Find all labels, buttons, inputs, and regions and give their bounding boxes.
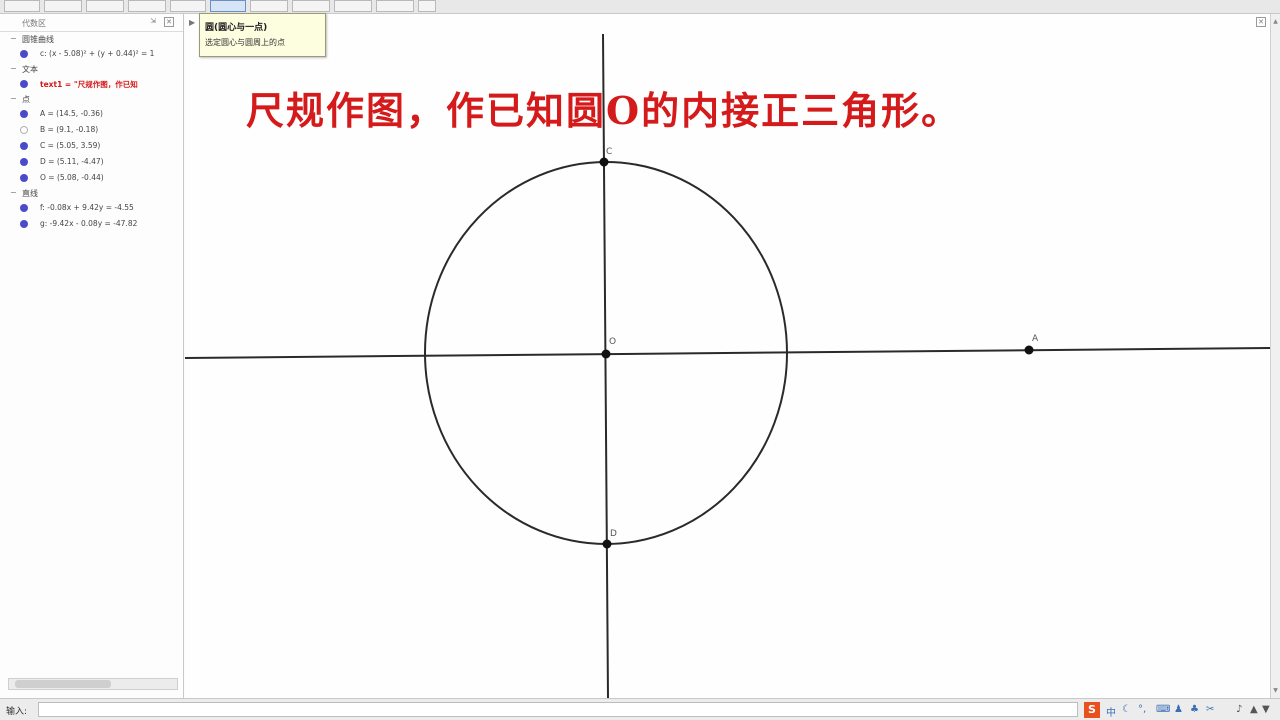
algebra-item-text: g: -9.42x - 0.08y = -47.82: [40, 219, 138, 228]
point-a[interactable]: [1024, 345, 1034, 355]
algebra-category[interactable]: − 圆锥曲线: [0, 32, 183, 46]
algebra-item-text: text1 = "尺规作图，作已知: [40, 80, 138, 89]
algebra-category[interactable]: − 点: [0, 92, 183, 106]
algebra-item[interactable]: g: -9.42x - 0.08y = -47.82: [0, 216, 183, 232]
slider-tool-button[interactable]: [376, 0, 414, 12]
move-tool-button[interactable]: [4, 0, 40, 12]
circle-tool-button[interactable]: [210, 0, 246, 12]
algebra-view: 代数区 ⇲ ✕ − 圆锥曲线 c: (x - 5.08)² + (y + 0.44)…: [0, 14, 184, 698]
collapse-icon[interactable]: −: [10, 64, 17, 73]
collapse-icon[interactable]: −: [10, 94, 17, 103]
algebra-item-text: D = (5.11, -4.47): [40, 157, 104, 166]
tooltip-description: 选定圆心与圆周上的点: [205, 38, 285, 47]
user-icon[interactable]: ♟: [1174, 704, 1183, 715]
algebra-category-label: 文本: [22, 65, 38, 74]
visibility-dot-icon[interactable]: [20, 110, 28, 118]
point-tool-button[interactable]: [44, 0, 82, 12]
algebra-item[interactable]: A = (14.5, -0.36): [0, 106, 183, 122]
tool-tooltip: 圆(圆心与一点) 选定圆心与圆周上的点: [199, 13, 326, 57]
view-tool-button[interactable]: [418, 0, 436, 12]
algebra-item-text: f: -0.08x + 9.42y = -4.55: [40, 203, 134, 212]
algebra-item[interactable]: f: -0.08x + 9.42y = -4.55: [0, 200, 183, 216]
visibility-dot-icon[interactable]: [20, 158, 28, 166]
collapse-icon[interactable]: −: [10, 34, 17, 43]
collapse-icon[interactable]: −: [10, 188, 17, 197]
algebra-item[interactable]: B = (9.1, -0.18): [0, 122, 183, 138]
algebra-item[interactable]: C = (5.05, 3.59): [0, 138, 183, 154]
algebra-header: 代数区 ⇲ ✕: [0, 14, 183, 32]
algebra-category-label: 点: [22, 95, 30, 104]
point-o[interactable]: [601, 349, 611, 359]
horizontal-scrollbar[interactable]: [8, 678, 178, 690]
label-c: C: [606, 147, 612, 157]
visibility-dot-icon[interactable]: [20, 126, 28, 134]
visibility-dot-icon[interactable]: [20, 220, 28, 228]
algebra-title: 代数区: [22, 19, 46, 28]
line-f[interactable]: [185, 347, 1270, 359]
algebra-item-text: O = (5.08, -0.44): [40, 173, 104, 182]
reflect-tool-button[interactable]: [334, 0, 372, 12]
geogebra-window: 代数区 ⇲ ✕ − 圆锥曲线 c: (x - 5.08)² + (y + 0.44)…: [0, 0, 1280, 720]
punctuation-icon[interactable]: °,: [1138, 704, 1146, 715]
algebra-item[interactable]: D = (5.11, -4.47): [0, 154, 183, 170]
conic-tool-button[interactable]: [250, 0, 288, 12]
tools-icon[interactable]: ✂: [1206, 704, 1214, 715]
algebra-item-text: C = (5.05, 3.59): [40, 141, 101, 150]
scroll-up-icon[interactable]: ▲: [1271, 18, 1280, 25]
keyboard-icon[interactable]: ⌨: [1156, 704, 1170, 715]
visibility-dot-icon[interactable]: [20, 80, 28, 88]
algebra-list: − 圆锥曲线 c: (x - 5.08)² + (y + 0.44)² = 1− 文本…: [0, 32, 183, 232]
tray-sound-icon[interactable]: ♪: [1236, 704, 1242, 715]
algebra-item-text: B = (9.1, -0.18): [40, 125, 99, 134]
algebra-item[interactable]: c: (x - 5.08)² + (y + 0.44)² = 1: [0, 46, 183, 62]
construction-title-text[interactable]: 尺规作图，作已知圆O的内接正三角形。: [246, 80, 961, 135]
scroll-down-icon[interactable]: ▼: [1271, 687, 1280, 694]
algebra-item[interactable]: O = (5.08, -0.44): [0, 170, 183, 186]
label-o: O: [609, 337, 616, 347]
line-tool-button[interactable]: [86, 0, 124, 12]
label-a: A: [1032, 334, 1039, 344]
vertical-scrollbar[interactable]: ▲ ▼: [1270, 14, 1280, 698]
algebra-item-text: A = (14.5, -0.36): [40, 109, 103, 118]
input-bar: 输入: S 中 ☾ °, ⌨ ♟ ♣ ✂ ♪ ▲ ▼: [0, 698, 1280, 720]
scrollbar-thumb[interactable]: [15, 680, 111, 688]
perpendicular-tool-button[interactable]: [128, 0, 166, 12]
point-c[interactable]: [599, 157, 609, 167]
visibility-dot-icon[interactable]: [20, 142, 28, 150]
skin-icon[interactable]: ♣: [1190, 704, 1199, 715]
chinese-mode-icon[interactable]: 中: [1106, 704, 1116, 719]
close-icon[interactable]: ✕: [164, 17, 174, 27]
algebra-category[interactable]: − 文本: [0, 62, 183, 76]
pin-icon[interactable]: ⇲: [148, 17, 158, 27]
algebra-category-label: 圆锥曲线: [22, 35, 54, 44]
tooltip-title: 圆(圆心与一点): [205, 23, 268, 33]
input-label: 输入:: [6, 707, 28, 717]
visibility-dot-icon[interactable]: [20, 174, 28, 182]
algebra-item-text: c: (x - 5.08)² + (y + 0.44)² = 1: [40, 49, 155, 58]
algebra-item[interactable]: text1 = "尺规作图，作已知: [0, 76, 183, 92]
point-d[interactable]: [602, 539, 612, 549]
visibility-dot-icon[interactable]: [20, 50, 28, 58]
algebra-category-label: 直线: [22, 189, 38, 198]
toolbar: [0, 0, 1280, 14]
tray-up-icon[interactable]: ▲: [1250, 704, 1258, 715]
command-input[interactable]: [38, 702, 1078, 717]
moon-icon[interactable]: ☾: [1122, 704, 1131, 715]
graphics-view[interactable]: ▶ ✕ O A C D 尺规作图，作已知圆O的内接正三角形。: [185, 14, 1270, 698]
polygon-tool-button[interactable]: [170, 0, 206, 12]
angle-tool-button[interactable]: [292, 0, 330, 12]
sogou-ime-icon[interactable]: S: [1084, 702, 1100, 718]
tray-down-icon[interactable]: ▼: [1262, 704, 1270, 715]
visibility-dot-icon[interactable]: [20, 204, 28, 212]
system-tray: S 中 ☾ °, ⌨ ♟ ♣ ✂ ♪ ▲ ▼: [1084, 702, 1276, 719]
label-d: D: [610, 529, 617, 539]
algebra-category[interactable]: − 直线: [0, 186, 183, 200]
